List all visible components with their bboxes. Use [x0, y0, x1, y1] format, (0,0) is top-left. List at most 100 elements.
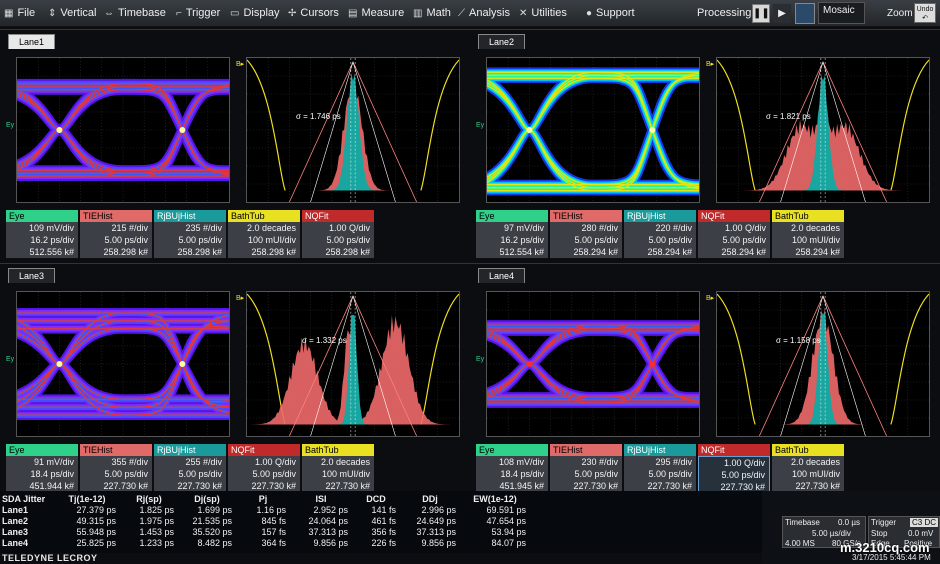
jitter-header: DCD	[366, 493, 386, 504]
param-value: 2.0 decades	[790, 223, 840, 233]
processing-label: Processing:	[697, 7, 755, 19]
param-eye[interactable]: Eye 109 mV/div 16.2 ps/div 512.556 k#	[6, 210, 78, 258]
jitter-cell: 1.699 ps	[197, 504, 232, 515]
param-value: 1.00 Q/div	[328, 223, 370, 233]
param-bathtub[interactable]: BathTub 2.0 decades 100 mUI/div 258.298 k#	[228, 210, 300, 258]
param-value: 1.00 Q/div	[254, 457, 296, 467]
eye-diagram-grid[interactable]	[16, 57, 230, 203]
menu-timebase[interactable]: ⇔ Timebase	[104, 0, 166, 27]
param-rjbujhist[interactable]: RjBUjHist 295 #/div 5.00 ps/div 227.730 k#	[624, 444, 696, 492]
param-rjbujhist[interactable]: RjBUjHist 235 #/div 5.00 ps/div 258.298 k#	[154, 210, 226, 258]
trigger-state: Stop	[871, 529, 888, 538]
jitter-cell: Lane1	[2, 504, 29, 515]
lane-tab[interactable]: Lane1	[8, 34, 56, 49]
param-value: 18.4 ps/div	[30, 469, 74, 479]
param-eye[interactable]: Eye 97 mV/div 16.2 ps/div 512.554 k#	[476, 210, 548, 258]
param-eye[interactable]: Eye 91 mV/div 18.4 ps/div 451.944 k#	[6, 444, 78, 492]
param-value: 512.556 k#	[29, 247, 74, 257]
param-label: NQFit	[698, 210, 770, 222]
menu-label: Vertical	[60, 7, 97, 19]
display-mode-select[interactable]: Mosaic	[818, 2, 865, 24]
param-rjbujhist[interactable]: RjBUjHist 220 #/div 5.00 ps/div 258.294 k#	[624, 210, 696, 258]
param-value: 18.4 ps/div	[500, 469, 544, 479]
undo-button[interactable]: Undo ↶	[914, 3, 936, 23]
param-tiehist[interactable]: TIEHist 230 #/div 5.00 ps/div 227.730 k#	[550, 444, 622, 492]
param-bathtub[interactable]: BathTub 2.0 decades 100 mUI/div 258.294 k#	[772, 210, 844, 258]
menu-analysis[interactable]: ⟋ Analysis	[458, 0, 510, 27]
param-label: TIEHist	[550, 444, 622, 456]
param-values: 215 #/div 5.00 ps/div 258.298 k#	[80, 222, 152, 258]
param-tiehist[interactable]: TIEHist 280 #/div 5.00 ps/div 258.294 k#	[550, 210, 622, 258]
eye-diagram-grid[interactable]	[486, 57, 700, 203]
play-button[interactable]: ▶	[773, 4, 791, 23]
param-values: 91 mV/div 18.4 ps/div 451.944 k#	[6, 456, 78, 492]
jitter-cell: 24.649 ps	[416, 515, 456, 526]
eye-diagram-grid[interactable]	[16, 291, 230, 437]
param-tiehist[interactable]: TIEHist 355 #/div 5.00 ps/div 227.730 k#	[80, 444, 152, 492]
param-bathtub[interactable]: BathTub 2.0 decades 100 mUI/div 227.730 k#	[772, 444, 844, 492]
jitter-row: Lane4 25.825 ps 1.233 ps 8.482 ps 364 fs 9.85…	[2, 537, 530, 548]
bathtub-trace-marker: B▸	[236, 61, 245, 68]
menu-display[interactable]: ▭ Display	[230, 0, 280, 27]
param-label: BathTub	[302, 444, 374, 456]
layout-grid-icon[interactable]	[795, 3, 815, 24]
lane-tab[interactable]: Lane3	[8, 268, 56, 283]
param-values: 2.0 decades 100 mUI/div 258.294 k#	[772, 222, 844, 258]
lane-tab[interactable]: Lane2	[478, 34, 526, 49]
menu-measure[interactable]: ▤ Measure	[348, 0, 404, 27]
param-label: NQFit	[228, 444, 300, 456]
param-label: TIEHist	[80, 210, 152, 222]
jitter-cell: 69.591 ps	[486, 504, 526, 515]
jitter-cell: 1.233 ps	[139, 537, 174, 548]
eye-diagram-grid[interactable]	[486, 291, 700, 437]
menu-label: Measure	[361, 7, 405, 19]
param-label: TIEHist	[80, 444, 152, 456]
menu-utilities[interactable]: ✕ Utilities	[519, 0, 567, 27]
param-nqfit[interactable]: NQFit 1.00 Q/div 5.00 ps/div 258.294 k#	[698, 210, 770, 258]
param-value: 109 mV/div	[28, 223, 74, 233]
param-values: 2.0 decades 100 mUI/div 227.730 k#	[772, 456, 844, 492]
jitter-cell: 21.535 ps	[192, 515, 232, 526]
sigma-readout: σ = 1.746 ps	[296, 112, 341, 121]
trigger-mode: C3 DC	[910, 518, 939, 527]
jitter-cell: Lane2	[2, 515, 29, 526]
menu-trigger[interactable]: ⌐ Trigger	[176, 0, 220, 27]
menu-bar: ▦ File ⇕ Vertical ⇔ Timebase ⌐ Trigger ▭ Display ✢…	[0, 0, 940, 27]
sigma-readout: σ = 1.332 ps	[302, 336, 347, 345]
histogram-grid[interactable]	[246, 57, 460, 203]
menu-math[interactable]: ▥ Math	[413, 0, 451, 27]
jitter-header: Dj(sp)	[194, 493, 220, 504]
histogram-grid[interactable]	[716, 291, 930, 437]
bathtub-trace-marker: B▸	[236, 295, 245, 302]
undo-icon: ↶	[922, 15, 928, 22]
param-bathtub[interactable]: BathTub 2.0 decades 100 mUI/div 227.730 k#	[302, 444, 374, 492]
lane-panel: Lane2 Ey σ = 1.821 ps B▸ Eye 97 mV/div 16.2 ps…	[470, 29, 940, 258]
param-value: 108 mV/div	[498, 457, 544, 467]
param-rjbujhist[interactable]: RjBUjHist 255 #/div 5.00 ps/div 227.730 k#	[154, 444, 226, 492]
menu-support[interactable]: ● Support	[586, 0, 635, 27]
param-nqfit[interactable]: NQFit 1.00 Q/div 5.00 ps/div 227.730 k#	[698, 444, 770, 492]
param-label: RjBUjHist	[624, 444, 696, 456]
lane-tab[interactable]: Lane4	[478, 268, 526, 283]
param-eye[interactable]: Eye 108 mV/div 18.4 ps/div 451.945 k#	[476, 444, 548, 492]
jitter-cell: 9.856 ps	[421, 537, 456, 548]
jitter-cell: 47.654 ps	[486, 515, 526, 526]
pause-button[interactable]: ❚❚	[752, 4, 770, 23]
histogram-grid[interactable]	[716, 57, 930, 203]
menu-cursors[interactable]: ✢ Cursors	[288, 0, 339, 27]
menu-vertical[interactable]: ⇕ Vertical	[48, 0, 96, 27]
param-label: BathTub	[228, 210, 300, 222]
param-label: BathTub	[772, 444, 844, 456]
param-value: 5.00 ps/div	[721, 470, 765, 480]
menu-file[interactable]: ▦ File	[4, 0, 35, 27]
param-nqfit[interactable]: NQFit 1.00 Q/div 5.00 ps/div 227.730 k#	[228, 444, 300, 492]
param-nqfit[interactable]: NQFit 1.00 Q/div 5.00 ps/div 258.298 k#	[302, 210, 374, 258]
zoom-button[interactable]: Zoom	[887, 0, 913, 27]
histogram-grid[interactable]	[246, 291, 460, 437]
param-values: 235 #/div 5.00 ps/div 258.298 k#	[154, 222, 226, 258]
param-label: NQFit	[302, 210, 374, 222]
param-tiehist[interactable]: TIEHist 215 #/div 5.00 ps/div 258.298 k#	[80, 210, 152, 258]
utilities-icon: ✕	[519, 8, 528, 19]
timebase-div: 5.00 µs/div	[812, 529, 851, 538]
param-label: RjBUjHist	[154, 210, 226, 222]
